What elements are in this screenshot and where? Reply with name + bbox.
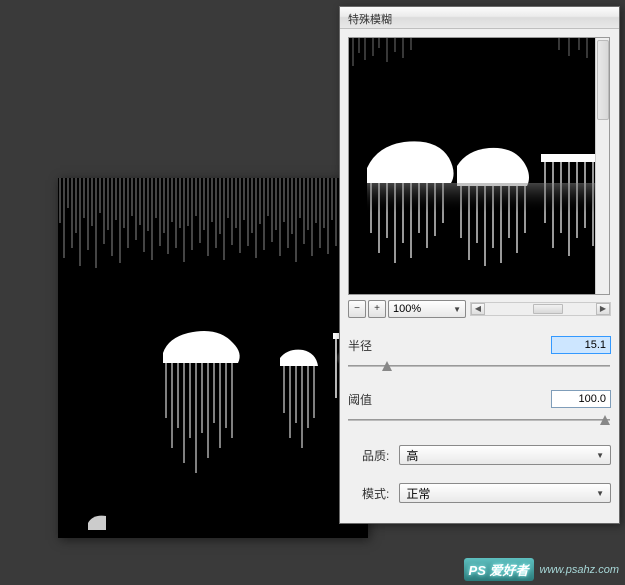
chevron-down-icon: ▼ bbox=[596, 451, 604, 460]
canvas-image bbox=[58, 178, 368, 538]
threshold-slider[interactable] bbox=[348, 413, 610, 427]
quality-select[interactable]: 高 ▼ bbox=[399, 445, 611, 465]
preview-container bbox=[348, 37, 610, 295]
radius-slider[interactable] bbox=[348, 359, 610, 373]
main-canvas bbox=[58, 178, 368, 538]
watermark: PS 爱好者 www.psahz.com bbox=[464, 558, 619, 581]
smart-blur-dialog: 特殊模糊 bbox=[339, 6, 620, 524]
zoom-controls: − + 100% ▼ ◀ ▶ bbox=[348, 299, 611, 319]
slider-track bbox=[348, 419, 610, 421]
quality-value: 高 bbox=[406, 447, 418, 464]
hscroll-thumb[interactable] bbox=[533, 304, 563, 314]
radius-row: 半径 15.1 bbox=[348, 335, 611, 355]
mode-value: 正常 bbox=[406, 485, 430, 502]
zoom-value: 100% bbox=[393, 303, 421, 315]
dialog-title: 特殊模糊 bbox=[348, 14, 392, 26]
watermark-badge: PS 爱好者 bbox=[464, 558, 534, 581]
scroll-left-icon[interactable]: ◀ bbox=[471, 303, 485, 315]
radius-slider-handle[interactable] bbox=[382, 361, 392, 371]
radius-input[interactable]: 15.1 bbox=[551, 336, 611, 354]
dialog-titlebar[interactable]: 特殊模糊 bbox=[340, 7, 619, 29]
threshold-input[interactable]: 100.0 bbox=[551, 390, 611, 408]
zoom-level-select[interactable]: 100% ▼ bbox=[388, 300, 466, 318]
quality-row: 品质: 高 ▼ bbox=[348, 445, 611, 465]
preview-area[interactable] bbox=[349, 38, 595, 294]
quality-label: 品质: bbox=[362, 447, 389, 464]
chevron-down-icon: ▼ bbox=[596, 489, 604, 498]
threshold-slider-handle[interactable] bbox=[600, 415, 610, 425]
preview-vscroll[interactable] bbox=[595, 38, 609, 294]
mode-label: 模式: bbox=[362, 485, 389, 502]
dialog-body: − + 100% ▼ ◀ ▶ 半径 15.1 阈值 100.0 bbox=[340, 29, 619, 523]
preview-hscroll[interactable]: ◀ ▶ bbox=[470, 302, 611, 316]
watermark-url: www.psahz.com bbox=[540, 564, 619, 576]
vscroll-thumb[interactable] bbox=[597, 40, 609, 120]
zoom-out-button[interactable]: − bbox=[348, 300, 366, 318]
radius-label: 半径 bbox=[348, 337, 372, 354]
chevron-down-icon: ▼ bbox=[453, 305, 461, 314]
threshold-label: 阈值 bbox=[348, 391, 372, 408]
zoom-in-button[interactable]: + bbox=[368, 300, 386, 318]
mode-row: 模式: 正常 ▼ bbox=[348, 483, 611, 503]
mode-select[interactable]: 正常 ▼ bbox=[399, 483, 611, 503]
threshold-row: 阈值 100.0 bbox=[348, 389, 611, 409]
scroll-right-icon[interactable]: ▶ bbox=[596, 303, 610, 315]
